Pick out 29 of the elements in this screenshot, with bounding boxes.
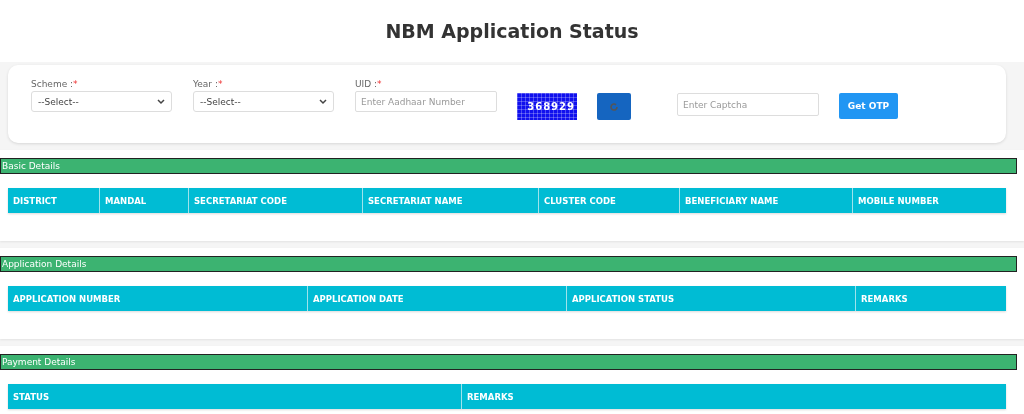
refresh-icon (609, 101, 619, 112)
select-dropdown[interactable]: --Select-- (31, 91, 172, 112)
column-header: REMARKS (462, 384, 1006, 409)
page-title: NBM Application Status (0, 0, 1024, 62)
input-field[interactable]: Enter Aadhaar Number (355, 91, 497, 112)
column-header: DISTRICT (8, 188, 100, 213)
captcha-image: 368929 (517, 93, 577, 120)
refresh-button[interactable] (597, 93, 631, 120)
field-label: Scheme :* (31, 78, 79, 91)
section-header: Payment Details (0, 354, 1017, 370)
column-header: MANDAL (100, 188, 189, 213)
chevron-icon (319, 98, 327, 105)
column-header: REMARKS (856, 286, 1006, 311)
chevron-icon (157, 98, 165, 105)
column-header: MOBILE NUMBER (853, 188, 1006, 213)
column-header: APPLICATION DATE (308, 286, 567, 311)
captcha-input-field[interactable]: Enter Captcha (677, 93, 819, 116)
column-header: SECRETARIAT CODE (189, 188, 363, 213)
column-header: BENEFICIARY NAME (680, 188, 853, 213)
field-label: Year :* (193, 78, 224, 91)
column-header: APPLICATION STATUS (567, 286, 856, 311)
section-header: Basic Details (0, 158, 1017, 174)
section-header: Application Details (0, 256, 1017, 272)
select-dropdown[interactable]: --Select-- (193, 91, 334, 112)
field-label: UID :* (355, 78, 383, 91)
column-header: STATUS (8, 384, 462, 409)
column-header: SECRETARIAT NAME (363, 188, 539, 213)
column-header: CLUSTER CODE (539, 188, 680, 213)
column-header: APPLICATION NUMBER (8, 286, 308, 311)
